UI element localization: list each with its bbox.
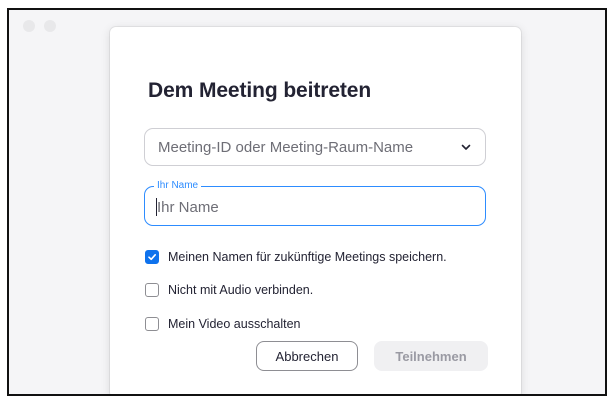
join-meeting-dialog: Dem Meeting beitreten Meeting-ID oder Me…: [110, 27, 521, 394]
close-window-icon[interactable]: [23, 20, 35, 32]
checkmark-icon: [148, 253, 156, 261]
dialog-title: Dem Meeting beitreten: [148, 79, 372, 102]
chevron-down-icon[interactable]: [460, 140, 472, 154]
meeting-id-placeholder: Meeting-ID oder Meeting-Raum-Name: [158, 138, 414, 156]
video-off-label: Mein Video ausschalten: [168, 317, 301, 331]
meeting-id-combobox[interactable]: Meeting-ID oder Meeting-Raum-Name: [144, 128, 486, 166]
remember-name-label: Meinen Namen für zukünftige Meetings spe…: [168, 250, 447, 264]
name-field-label: Ihr Name: [154, 179, 202, 193]
name-field: Ihr Name: [144, 179, 486, 226]
text-cursor: [156, 198, 157, 216]
video-off-checkbox[interactable]: [145, 317, 159, 331]
cancel-button[interactable]: Abbrechen: [256, 341, 358, 371]
window-controls: [23, 20, 56, 32]
remember-name-checkbox[interactable]: [145, 250, 159, 264]
video-off-option[interactable]: Mein Video ausschalten: [145, 317, 301, 331]
no-audio-label: Nicht mit Audio verbinden.: [168, 283, 314, 297]
no-audio-option[interactable]: Nicht mit Audio verbinden.: [145, 283, 313, 297]
join-button[interactable]: Teilnehmen: [374, 341, 488, 371]
name-input[interactable]: [155, 196, 477, 218]
no-audio-checkbox[interactable]: [145, 283, 159, 297]
minimize-window-icon[interactable]: [44, 20, 56, 32]
zoom-window: Dem Meeting beitreten Meeting-ID oder Me…: [7, 8, 607, 396]
remember-name-option[interactable]: Meinen Namen für zukünftige Meetings spe…: [145, 250, 447, 264]
